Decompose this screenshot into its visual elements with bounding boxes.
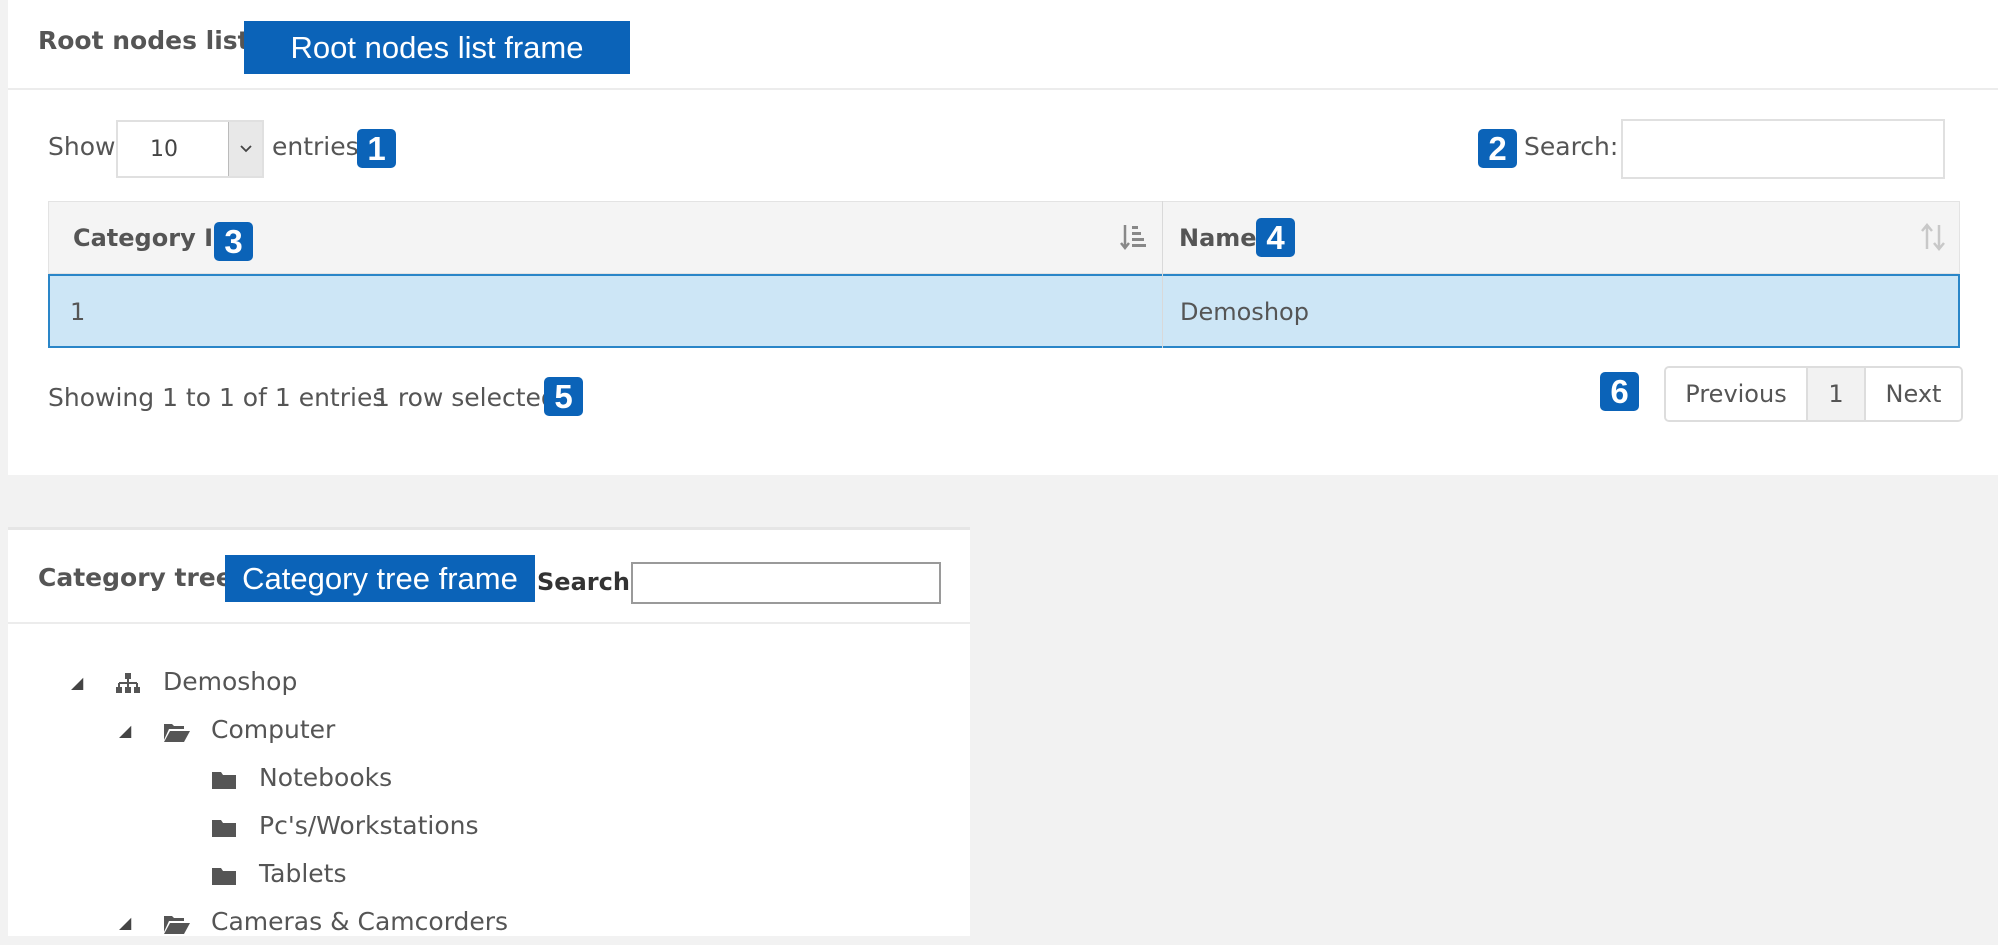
tree-node-label: Pc's/Workstations (259, 811, 479, 840)
search-label: Search: (1524, 132, 1619, 161)
entries-label: entries (272, 132, 359, 161)
tree-node-pcs-workstations[interactable]: Pc's/Workstations (159, 809, 559, 849)
folder-open-icon (163, 913, 190, 935)
category-tree-panel: Category tree Category tree frame Search… (8, 527, 970, 936)
annotation-badge-4: 4 (1256, 218, 1295, 257)
cell-name: Demoshop (1180, 298, 1309, 326)
column-label-category-id: Category Id (73, 224, 231, 252)
sort-both-icon (1919, 222, 1947, 259)
next-page-button[interactable]: Next (1864, 368, 1961, 420)
tree-node-label: Computer (211, 715, 336, 744)
selected-info: 1 row selected (374, 383, 557, 412)
category-tree-frame-tag: Category tree frame (225, 555, 535, 602)
tree-node-computer[interactable]: ◢ Computer (111, 713, 511, 753)
cell-category-id: 1 (70, 298, 86, 326)
tree-node-notebooks[interactable]: Notebooks (159, 761, 559, 801)
column-label-name: Name (1179, 224, 1257, 252)
tree-search-input[interactable] (631, 562, 941, 604)
sitemap-icon (115, 673, 141, 695)
table-info: Showing 1 to 1 of 1 entries (48, 383, 386, 412)
folder-icon (211, 817, 237, 839)
tree-node-cameras-camcorders[interactable]: ◢ Cameras & Camcorders (111, 905, 611, 945)
annotation-badge-6: 6 (1600, 372, 1639, 411)
root-nodes-title: Root nodes list (38, 26, 250, 55)
collapse-triangle-icon[interactable]: ◢ (119, 913, 131, 932)
folder-open-icon (163, 721, 190, 743)
tree-node-label: Notebooks (259, 763, 393, 792)
tree-node-demoshop[interactable]: ◢ Demoshop (63, 665, 463, 705)
folder-icon (211, 769, 237, 791)
column-divider (1162, 201, 1163, 348)
tree-search-label: Search: (537, 568, 640, 596)
tree-node-label: Tablets (259, 859, 347, 888)
table-row[interactable]: 1 Demoshop (48, 274, 1960, 348)
show-label: Show (48, 132, 116, 161)
collapse-triangle-icon[interactable]: ◢ (119, 721, 131, 740)
entries-length-select[interactable]: 10 (116, 120, 264, 178)
annotation-badge-2: 2 (1478, 129, 1517, 168)
tree-node-label: Demoshop (163, 667, 298, 696)
pagination: Previous 1 Next (1664, 366, 1963, 422)
annotation-badge-3: 3 (214, 222, 253, 261)
category-tree-title: Category tree (38, 563, 233, 592)
category-tree-header: Category tree Category tree frame Search… (8, 530, 970, 624)
tree-node-label: Cameras & Camcorders (211, 907, 509, 936)
sort-ascending-icon (1119, 222, 1147, 259)
table-header: Category Id Name (48, 201, 1960, 274)
root-nodes-header: Root nodes list Root nodes list frame (8, 0, 1998, 90)
collapse-triangle-icon[interactable]: ◢ (71, 673, 83, 692)
folder-icon (211, 865, 237, 887)
annotation-badge-5: 5 (544, 377, 583, 416)
chevron-down-icon[interactable] (228, 122, 262, 176)
entries-length-value: 10 (150, 137, 178, 162)
previous-page-button[interactable]: Previous (1666, 368, 1806, 420)
annotation-badge-1: 1 (357, 129, 396, 168)
tree-node-tablets[interactable]: Tablets (159, 857, 559, 897)
root-nodes-panel: Root nodes list Root nodes list frame Sh… (8, 0, 1998, 475)
page-1-button[interactable]: 1 (1806, 368, 1864, 420)
root-nodes-frame-tag: Root nodes list frame (244, 21, 630, 74)
table-search-input[interactable] (1621, 119, 1945, 179)
